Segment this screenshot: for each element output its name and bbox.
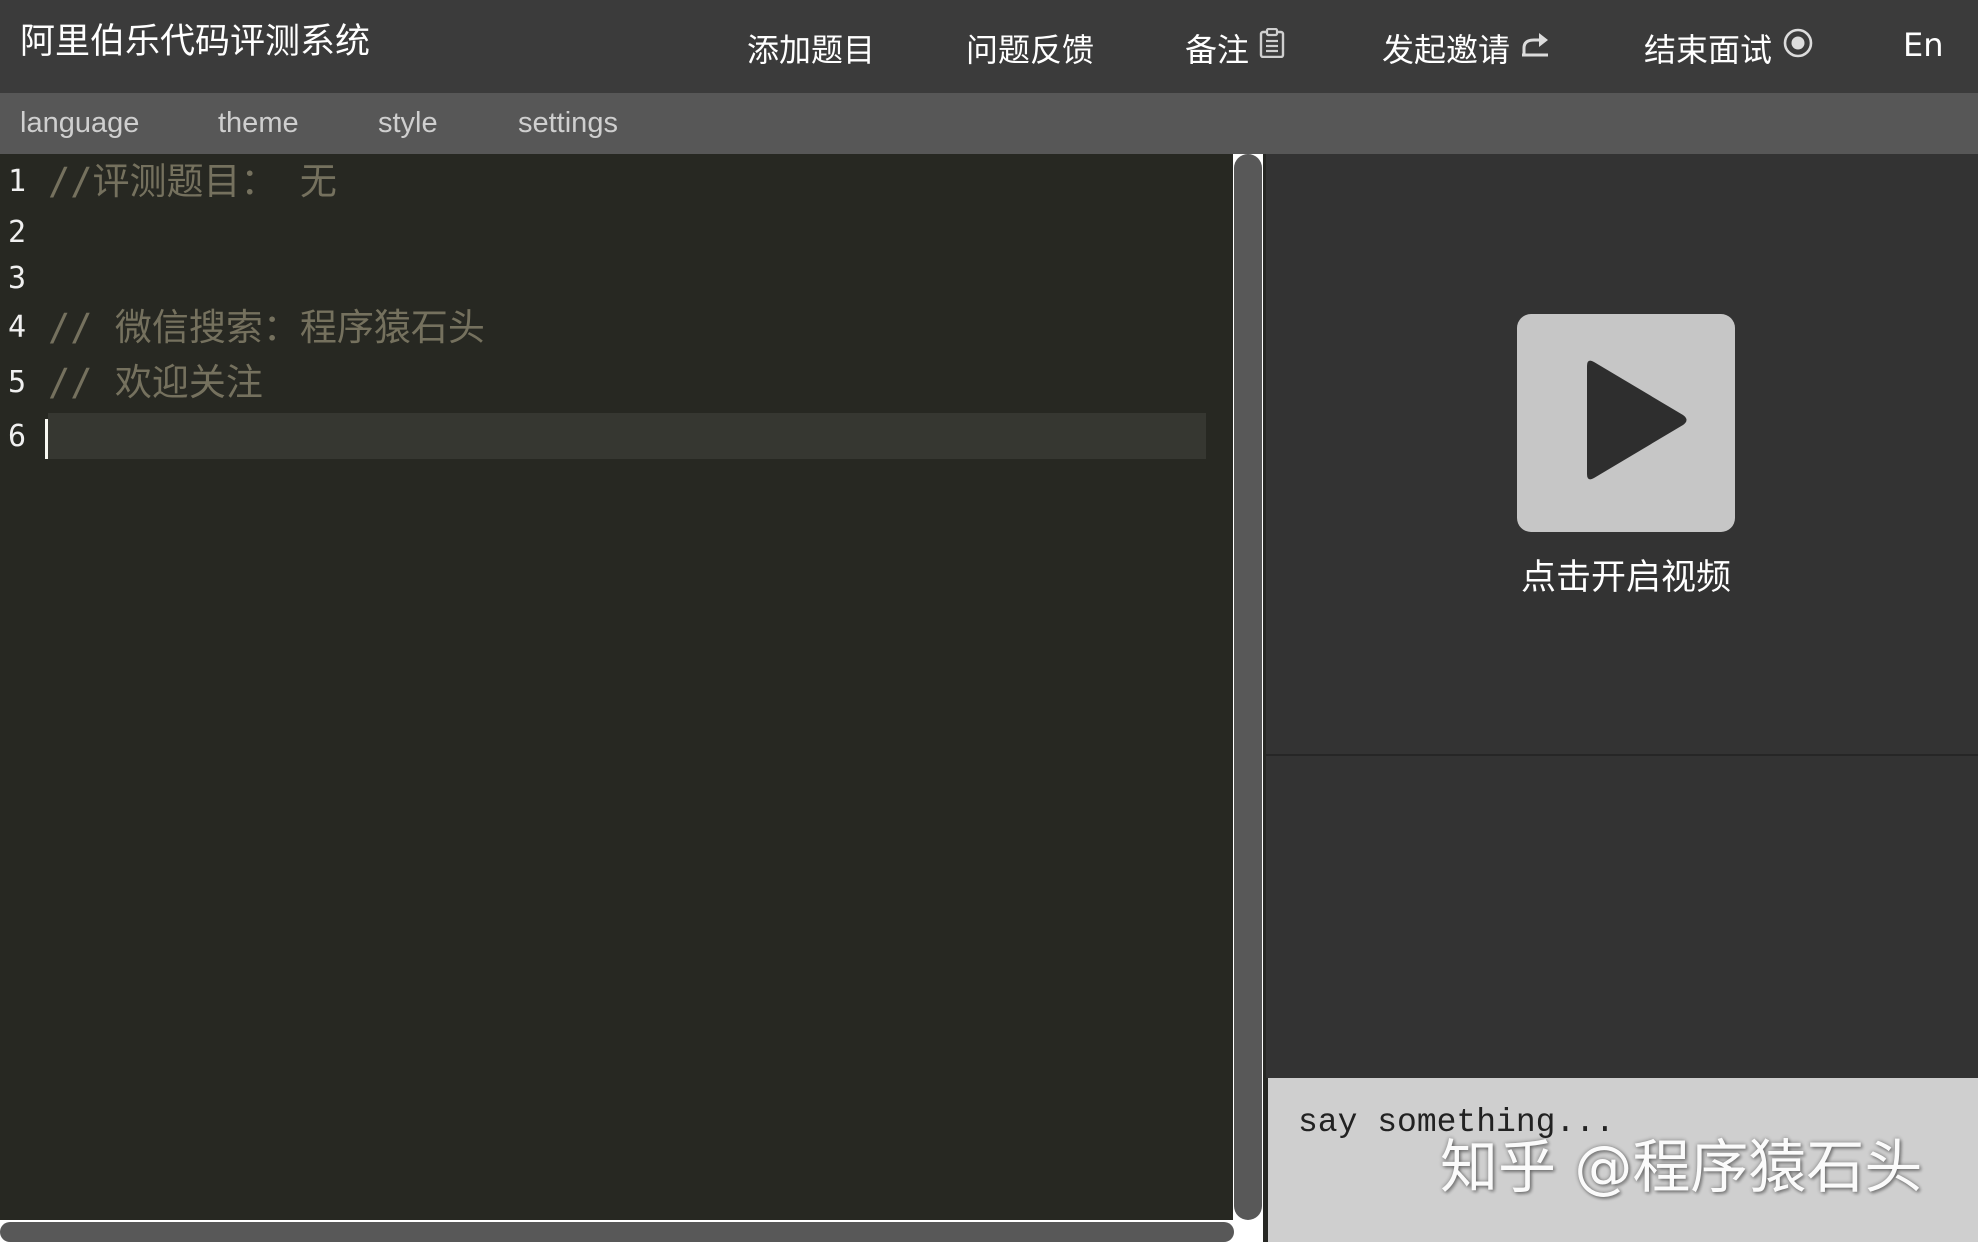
notes-label: 备注 xyxy=(1185,31,1250,69)
share-arrow-icon xyxy=(1520,28,1550,58)
line-number: 2 xyxy=(8,215,27,250)
invite-button[interactable]: 发起邀请 xyxy=(1382,25,1550,75)
chat-input[interactable] xyxy=(1268,1078,1978,1242)
clipboard-icon xyxy=(1259,28,1285,58)
record-stop-icon xyxy=(1782,27,1814,59)
scrollbar-thumb[interactable] xyxy=(1234,154,1262,1220)
feedback-label: 问题反馈 xyxy=(966,31,1095,69)
editor-vertical-scrollbar[interactable] xyxy=(1233,154,1263,1220)
notes-button[interactable]: 备注 xyxy=(1185,25,1285,75)
line-number: 6 xyxy=(8,419,27,454)
start-video-label: 点击开启视频 xyxy=(1520,558,1731,598)
editor-menu-bar: language theme style settings xyxy=(0,93,1978,154)
code-editor[interactable]: 1 //评测题目： 无 2 3 4 // 微信搜索：程序猿石头 5 // 欢迎关… xyxy=(0,154,1233,1220)
line-code: // 微信搜索：程序猿石头 xyxy=(48,306,485,349)
scrollbar-thumb[interactable] xyxy=(0,1222,1234,1242)
add-question-button[interactable]: 添加题目 xyxy=(747,25,875,75)
line-number: 3 xyxy=(8,261,27,296)
line-number: 5 xyxy=(8,365,27,400)
line-code: //评测题目： 无 xyxy=(48,160,337,203)
chat-history-panel xyxy=(1266,756,1978,1078)
add-question-label: 添加题目 xyxy=(747,31,876,69)
start-video-button[interactable] xyxy=(1517,314,1735,532)
top-header: 阿里伯乐代码评测系统 添加题目 问题反馈 备注 发起邀请 结束面试 En xyxy=(0,0,1978,93)
language-toggle-button[interactable]: En xyxy=(1903,20,1944,70)
line-number: 4 xyxy=(8,310,27,345)
menu-language[interactable]: language xyxy=(20,93,139,154)
code-line[interactable]: 5 // 欢迎关注 xyxy=(0,359,1210,407)
invite-label: 发起邀请 xyxy=(1382,31,1511,69)
code-line[interactable]: 3 xyxy=(0,255,1210,303)
menu-settings[interactable]: settings xyxy=(518,93,618,154)
line-number: 1 xyxy=(8,164,27,199)
menu-style[interactable]: style xyxy=(378,93,438,154)
active-code-line[interactable] xyxy=(45,413,1206,459)
code-line-gutter: 6 xyxy=(0,413,46,461)
chat-box xyxy=(1268,1078,1978,1242)
feedback-button[interactable]: 问题反馈 xyxy=(966,25,1094,75)
code-line[interactable]: 1 //评测题目： 无 xyxy=(0,158,1210,206)
app-title: 阿里伯乐代码评测系统 xyxy=(20,22,371,62)
menu-theme[interactable]: theme xyxy=(218,93,299,154)
code-line[interactable]: 4 // 微信搜索：程序猿石头 xyxy=(0,304,1210,352)
line-code: // 欢迎关注 xyxy=(48,361,263,404)
end-interview-button[interactable]: 结束面试 xyxy=(1644,25,1814,75)
play-icon xyxy=(1587,360,1687,480)
code-line[interactable]: 2 xyxy=(0,209,1210,257)
end-interview-label: 结束面试 xyxy=(1644,31,1773,69)
editor-horizontal-scrollbar[interactable] xyxy=(0,1220,1263,1242)
video-panel: 点击开启视频 xyxy=(1266,154,1978,754)
